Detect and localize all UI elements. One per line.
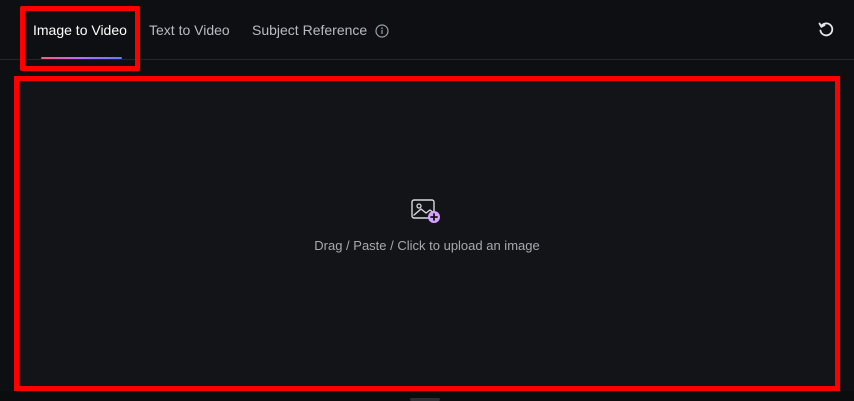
reset-icon[interactable] — [817, 20, 835, 38]
image-upload-icon[interactable] — [411, 199, 441, 225]
app-root: Image to Video Text to Video Subject Ref… — [0, 0, 854, 401]
tab-image-to-video[interactable]: Image to Video — [33, 22, 127, 42]
upload-instructions: Drag / Paste / Click to upload an image — [314, 238, 540, 253]
tab-subject-reference[interactable]: Subject Reference — [252, 22, 367, 42]
info-icon[interactable] — [375, 24, 389, 38]
image-upload-dropzone[interactable] — [18, 80, 836, 387]
tab-text-to-video[interactable]: Text to Video — [149, 22, 230, 42]
mode-tab-bar: Image to Video Text to Video Subject Ref… — [0, 0, 854, 60]
active-tab-indicator — [41, 57, 122, 59]
